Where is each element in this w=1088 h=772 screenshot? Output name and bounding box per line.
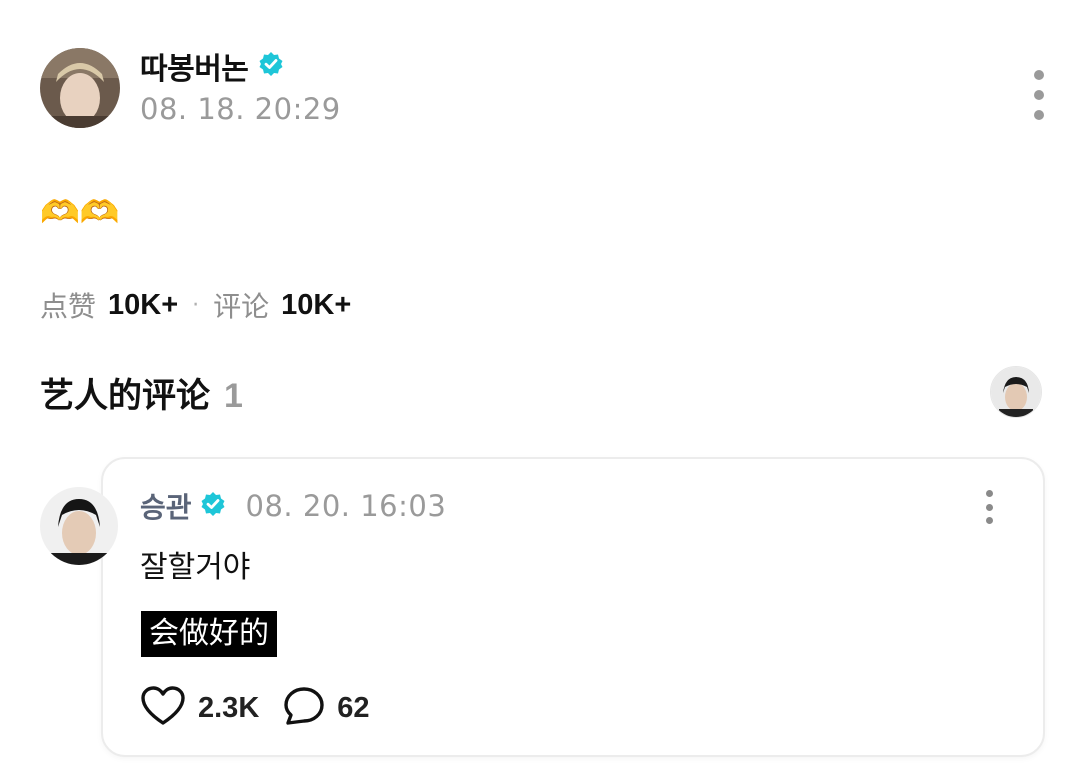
artist-comments-heading: 艺人的评论 1 (40, 368, 243, 417)
post-author-row: 따봉버논 (140, 42, 284, 90)
comments-value[interactable]: 10K+ (281, 289, 351, 322)
like-button[interactable]: 2.3K (140, 686, 259, 731)
stats-separator: · (192, 292, 200, 318)
comments-label[interactable]: 评论 (213, 285, 269, 325)
post-timestamp: 08. 18. 20:29 (140, 92, 341, 126)
comment-bubble-icon (283, 686, 325, 731)
post-author-name[interactable]: 따봉버논 (140, 44, 249, 88)
comment-author-row: 승관 08. 20. 16:03 (140, 484, 446, 528)
reply-count: 62 (337, 692, 370, 724)
comment-author-name[interactable]: 승관 (140, 486, 192, 526)
comment-author-avatar[interactable] (40, 487, 118, 565)
likes-value: 10K+ (108, 288, 179, 321)
comment-more-icon[interactable] (978, 490, 1000, 524)
comment-translation: 会做好的 (141, 611, 277, 657)
comment-text: 잘할거야 (140, 550, 251, 585)
post-stats: 点赞 10K+ · 评论 10K+ (40, 285, 351, 325)
likes-label: 点赞 (40, 290, 97, 323)
comment-actions: 2.3K 62 (140, 686, 370, 731)
verified-badge-icon (200, 491, 226, 521)
reply-button[interactable]: 62 (283, 686, 370, 731)
post-more-icon[interactable] (1024, 70, 1054, 120)
post-body: 🫶🫶 (40, 193, 120, 231)
verified-badge-icon (258, 51, 284, 81)
post-author-avatar[interactable] (40, 48, 120, 128)
artist-avatar[interactable] (990, 366, 1042, 418)
comment-timestamp: 08. 20. 16:03 (245, 489, 447, 523)
artist-comments-title: 艺人的评论 (40, 376, 210, 416)
artist-comments-count: 1 (224, 377, 243, 415)
heart-icon (140, 686, 186, 731)
like-count: 2.3K (198, 692, 260, 724)
